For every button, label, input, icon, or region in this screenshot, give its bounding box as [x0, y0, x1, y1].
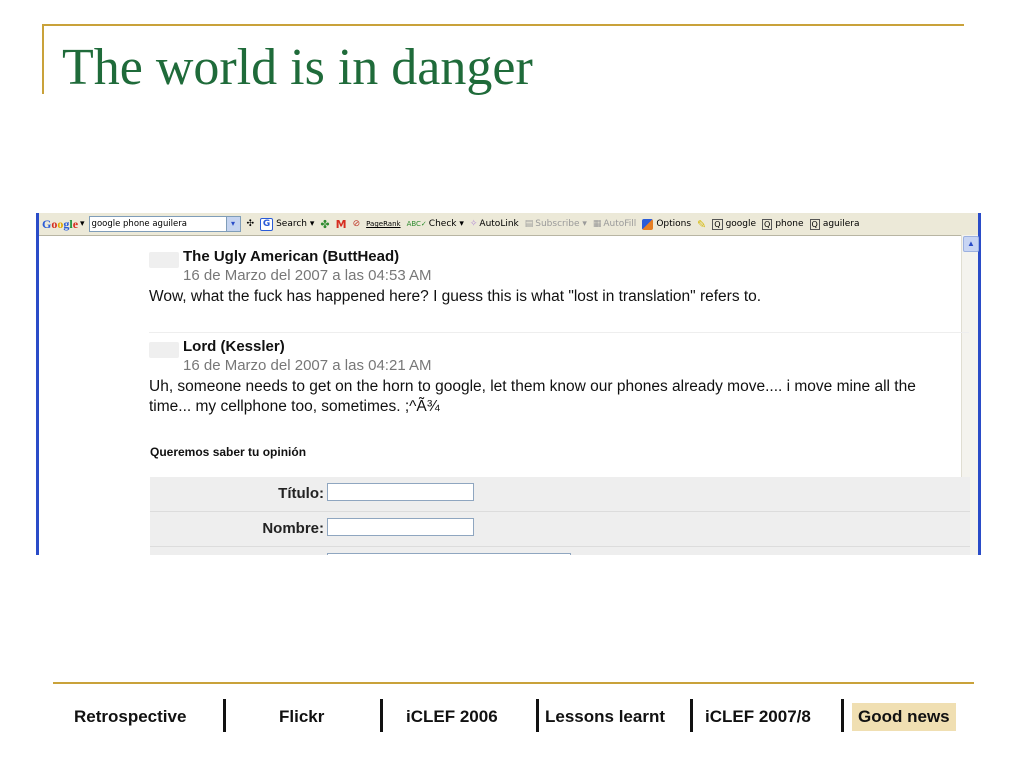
magnifier-icon: Q — [712, 218, 723, 230]
autolink-button[interactable]: ✧ AutoLink — [470, 219, 519, 229]
nav-item-retrospective[interactable]: Retrospective — [74, 703, 186, 731]
popup-blocker-icon[interactable]: ⊘ — [353, 219, 361, 229]
check-label: Check — [428, 219, 457, 229]
comment-divider — [149, 332, 969, 333]
google-toolbar: Google ▾ google phone aguilera ▾ ✣ G Sea… — [39, 213, 978, 236]
clover-icon[interactable]: ✤ — [320, 218, 329, 231]
nombre-input[interactable] — [327, 518, 474, 536]
form-row-titulo: Título: — [150, 477, 970, 512]
spell-check-button[interactable]: ABC✓ Check ▾ — [407, 219, 464, 229]
dropdown-arrow-icon[interactable]: ▾ — [225, 217, 240, 231]
comment-date: 16 de Marzo del 2007 a las 04:53 AM — [183, 267, 432, 284]
abc-check-icon: ABC✓ — [406, 220, 427, 228]
nav-item-iclef-2007-8[interactable]: iCLEF 2007/8 — [705, 703, 811, 731]
options-icon — [642, 218, 654, 230]
titulo-label: Título: — [278, 485, 324, 502]
options-label: Options — [656, 219, 692, 229]
google-g-icon: G — [260, 217, 274, 231]
nav-item-good-news[interactable]: Good news — [852, 703, 956, 731]
comment-text: Wow, what the fuck has happened here? I … — [149, 288, 762, 305]
search-label: Search — [276, 219, 308, 229]
speech-bubble-icon — [149, 342, 179, 358]
top-rule — [42, 24, 964, 26]
search-input[interactable]: google phone aguilera ▾ — [88, 216, 241, 232]
comment-author: Lord (Kessler) — [183, 338, 285, 355]
nav-item-lessons-learnt[interactable]: Lessons learnt — [545, 703, 665, 731]
nombre-label: Nombre: — [262, 520, 324, 537]
nav-item-flickr[interactable]: Flickr — [279, 703, 324, 731]
bottom-rule — [53, 682, 974, 684]
scroll-up-icon[interactable]: ▲ — [963, 236, 979, 252]
window-border-left — [36, 213, 39, 555]
window-border-right — [978, 213, 981, 555]
autolink-label: AutoLink — [479, 219, 519, 229]
term-phone-button[interactable]: Q phone — [762, 218, 804, 230]
nav-divider — [380, 699, 383, 732]
term-google-button[interactable]: Q google — [712, 218, 757, 230]
term-aguilera-button[interactable]: Q aguilera — [809, 218, 860, 230]
chevron-down-icon[interactable]: ▾ — [80, 219, 85, 229]
nav-divider — [841, 699, 844, 732]
comment-text: Uh, someone needs to get on the horn to … — [149, 378, 916, 415]
autofill-label: AutoFill — [603, 219, 637, 229]
wand-icon: ✧ — [469, 219, 478, 229]
search-input-value: google phone aguilera — [91, 219, 187, 229]
autofill-button[interactable]: ▦ AutoFill — [593, 219, 636, 229]
subscribe-button[interactable]: ▤ Subscribe ▾ — [525, 219, 587, 229]
comment-author: The Ugly American (ButtHead) — [183, 248, 400, 265]
nav-divider — [536, 699, 539, 732]
term-phone-label: phone — [775, 219, 804, 229]
magnifier-icon: Q — [762, 218, 773, 230]
partial-input[interactable] — [327, 553, 571, 555]
magnifier-icon: Q — [809, 218, 820, 230]
pagerank-button[interactable]: PageRank — [366, 220, 400, 228]
search-button[interactable]: G Search ▾ — [260, 217, 314, 231]
nav-divider — [690, 699, 693, 732]
nav-divider — [223, 699, 226, 732]
comment-form: Título: Nombre: — [150, 477, 970, 555]
comment-date: 16 de Marzo del 2007 a las 04:21 AM — [183, 357, 432, 374]
form-heading: Queremos saber tu opinión — [150, 445, 307, 459]
term-aguilera-label: aguilera — [822, 219, 860, 229]
slide-title: The world is in danger — [62, 39, 533, 96]
titulo-input[interactable] — [327, 483, 474, 501]
speech-bubble-icon — [149, 252, 179, 268]
nav-item-iclef-2006[interactable]: iCLEF 2006 — [406, 703, 498, 731]
left-rule — [42, 24, 44, 94]
autofill-icon: ▦ — [592, 219, 602, 229]
options-button[interactable]: Options — [642, 218, 692, 230]
plus-icon[interactable]: ✣ — [247, 219, 255, 229]
rss-icon: ▤ — [524, 219, 534, 229]
term-google-label: google — [725, 219, 757, 229]
form-row-nombre: Nombre: — [150, 512, 970, 547]
google-logo[interactable]: Google — [42, 217, 78, 232]
highlighter-icon[interactable]: ✎ — [697, 218, 706, 231]
subscribe-label: Subscribe — [535, 219, 580, 229]
browser-screenshot: Google ▾ google phone aguilera ▾ ✣ G Sea… — [36, 213, 981, 555]
pagerank-label: PageRank — [366, 220, 401, 228]
form-row-partial — [150, 547, 970, 555]
gmail-icon[interactable]: M — [336, 218, 347, 231]
